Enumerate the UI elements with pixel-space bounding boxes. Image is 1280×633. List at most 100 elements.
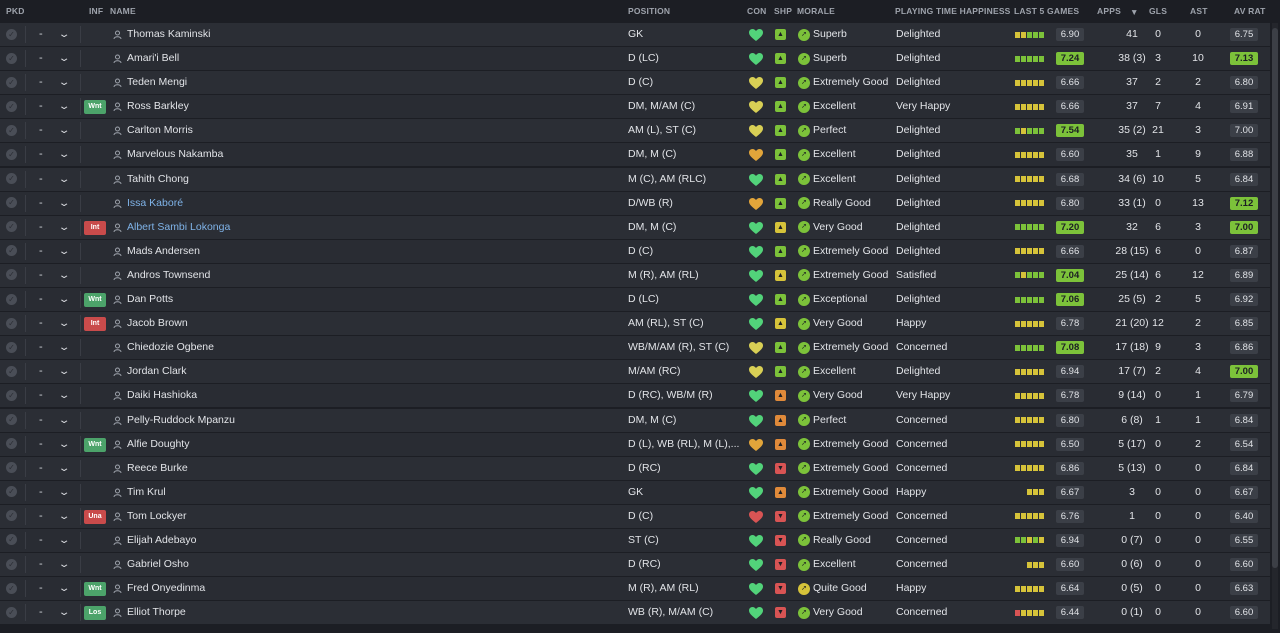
selection-value[interactable]: - bbox=[39, 553, 43, 576]
table-row[interactable]: ✓ - ⌄ Andros Townsend M (R), AM (RL) ▲ ➚ Extrem… bbox=[0, 263, 1270, 287]
col-last-5-games[interactable]: LAST 5 GAMES bbox=[1014, 6, 1079, 16]
player-name[interactable]: Fred Onyedinma bbox=[127, 577, 205, 600]
col-pkd[interactable]: PKD bbox=[6, 6, 25, 16]
player-name[interactable]: Reece Burke bbox=[127, 457, 188, 480]
status-badge[interactable]: Int bbox=[84, 317, 106, 332]
sort-desc-icon[interactable]: ▼ bbox=[1130, 7, 1139, 17]
table-row[interactable]: ✓ - ⌄ Daiki Hashioka D (RC), WB/M (R) ▲ ➚ Very … bbox=[0, 384, 1270, 408]
chevron-down-icon[interactable]: ⌄ bbox=[58, 336, 71, 359]
selection-value[interactable]: - bbox=[39, 601, 43, 624]
status-badge[interactable]: Wnt bbox=[84, 437, 106, 452]
selection-value[interactable]: - bbox=[39, 47, 43, 70]
chevron-down-icon[interactable]: ⌄ bbox=[58, 601, 71, 624]
selection-value[interactable]: - bbox=[39, 240, 43, 263]
selection-value[interactable]: - bbox=[39, 192, 43, 215]
pick-toggle-icon[interactable]: ✓ bbox=[6, 389, 17, 401]
table-row[interactable]: ✓ - ⌄ Elijah Adebayo ST (C) ▼ ➚ Really Good Conc… bbox=[0, 528, 1270, 552]
player-name[interactable]: Daiki Hashioka bbox=[127, 384, 197, 407]
status-badge[interactable]: Wnt bbox=[84, 100, 106, 115]
table-row[interactable]: ✓ - ⌄ Una Tom Lockyer D (C) ▼ ➚ Extremely Good Co… bbox=[0, 504, 1270, 528]
table-row[interactable]: ✓ - ⌄ Amari'i Bell D (LC) ▲ ➚ Superb Delighted 7.… bbox=[0, 47, 1270, 71]
chevron-down-icon[interactable]: ⌄ bbox=[58, 47, 71, 70]
chevron-down-icon[interactable]: ⌄ bbox=[58, 240, 71, 263]
pick-toggle-icon[interactable]: ✓ bbox=[6, 293, 17, 305]
status-badge[interactable]: Wnt bbox=[84, 582, 106, 597]
pick-toggle-icon[interactable]: ✓ bbox=[6, 269, 17, 281]
selection-value[interactable]: - bbox=[39, 360, 43, 383]
chevron-down-icon[interactable]: ⌄ bbox=[58, 553, 71, 576]
player-name[interactable]: Jordan Clark bbox=[127, 360, 187, 383]
chevron-down-icon[interactable]: ⌄ bbox=[58, 288, 71, 311]
pick-toggle-icon[interactable]: ✓ bbox=[6, 124, 17, 136]
table-row[interactable]: ✓ - ⌄ Int Albert Sambi Lokonga DM, M (C) ▲ ➚ Ver… bbox=[0, 215, 1270, 239]
player-name[interactable]: Albert Sambi Lokonga bbox=[127, 216, 230, 239]
pick-toggle-icon[interactable]: ✓ bbox=[6, 462, 17, 474]
selection-value[interactable]: - bbox=[39, 216, 43, 239]
col-inf[interactable]: INF bbox=[89, 6, 103, 16]
pick-toggle-icon[interactable]: ✓ bbox=[6, 52, 17, 64]
chevron-down-icon[interactable]: ⌄ bbox=[58, 119, 71, 142]
player-name[interactable]: Chiedozie Ogbene bbox=[127, 336, 214, 359]
scrollbar-thumb[interactable] bbox=[1272, 28, 1278, 568]
col-con[interactable]: CON bbox=[747, 6, 767, 16]
player-name[interactable]: Andros Townsend bbox=[127, 264, 210, 287]
table-row[interactable]: ✓ - ⌄ Marvelous Nakamba DM, M (C) ▲ ➚ Excellent… bbox=[0, 143, 1270, 167]
status-badge[interactable]: Wnt bbox=[84, 293, 106, 308]
table-row[interactable]: ✓ - ⌄ Int Jacob Brown AM (RL), ST (C) ▲ ➚ Very G… bbox=[0, 312, 1270, 336]
selection-value[interactable]: - bbox=[39, 312, 43, 335]
selection-value[interactable]: - bbox=[39, 409, 43, 432]
selection-value[interactable]: - bbox=[39, 433, 43, 456]
chevron-down-icon[interactable]: ⌄ bbox=[58, 384, 71, 407]
col-ast[interactable]: AST bbox=[1190, 6, 1208, 16]
chevron-down-icon[interactable]: ⌄ bbox=[58, 192, 71, 215]
chevron-down-icon[interactable]: ⌄ bbox=[58, 95, 71, 118]
col-apps[interactable]: APPS bbox=[1097, 6, 1121, 16]
table-row[interactable]: ✓ - ⌄ Tahith Chong M (C), AM (RLC) ▲ ➚ Excellen… bbox=[0, 167, 1270, 191]
player-name[interactable]: Thomas Kaminski bbox=[127, 23, 210, 46]
pick-toggle-icon[interactable]: ✓ bbox=[6, 606, 17, 618]
selection-value[interactable]: - bbox=[39, 264, 43, 287]
player-name[interactable]: Issa Kaboré bbox=[127, 192, 183, 215]
col-shp[interactable]: SHP bbox=[774, 6, 792, 16]
player-name[interactable]: Amari'i Bell bbox=[127, 47, 179, 70]
table-row[interactable]: ✓ - ⌄ Chiedozie Ogbene WB/M/AM (R), ST (C) ▲ ➚… bbox=[0, 336, 1270, 360]
col-name[interactable]: NAME bbox=[110, 6, 136, 16]
table-row[interactable]: ✓ - ⌄ Teden Mengi D (C) ▲ ➚ Extremely Good Delig… bbox=[0, 71, 1270, 95]
selection-value[interactable]: - bbox=[39, 505, 43, 528]
col-gls[interactable]: GLS bbox=[1149, 6, 1167, 16]
pick-toggle-icon[interactable]: ✓ bbox=[6, 197, 17, 209]
pick-toggle-icon[interactable]: ✓ bbox=[6, 365, 17, 377]
selection-value[interactable]: - bbox=[39, 481, 43, 504]
pick-toggle-icon[interactable]: ✓ bbox=[6, 100, 17, 112]
selection-value[interactable]: - bbox=[39, 457, 43, 480]
table-row[interactable]: ✓ - ⌄ Los Elliot Thorpe WB (R), M/AM (C) ▼ ➚ Ver… bbox=[0, 601, 1270, 625]
selection-value[interactable]: - bbox=[39, 168, 43, 191]
chevron-down-icon[interactable]: ⌄ bbox=[58, 23, 71, 46]
pick-toggle-icon[interactable]: ✓ bbox=[6, 438, 17, 450]
pick-toggle-icon[interactable]: ✓ bbox=[6, 534, 17, 546]
player-name[interactable]: Mads Andersen bbox=[127, 240, 200, 263]
pick-toggle-icon[interactable]: ✓ bbox=[6, 28, 17, 40]
player-name[interactable]: Dan Potts bbox=[127, 288, 173, 311]
player-name[interactable]: Tim Krul bbox=[127, 481, 166, 504]
table-row[interactable]: ✓ - ⌄ Wnt Alfie Doughty D (L), WB (RL), M (L)… bbox=[0, 432, 1270, 456]
col-position[interactable]: POSITION bbox=[628, 6, 670, 16]
pick-toggle-icon[interactable]: ✓ bbox=[6, 558, 17, 570]
pick-toggle-icon[interactable]: ✓ bbox=[6, 582, 17, 594]
chevron-down-icon[interactable]: ⌄ bbox=[58, 529, 71, 552]
chevron-down-icon[interactable]: ⌄ bbox=[58, 360, 71, 383]
chevron-down-icon[interactable]: ⌄ bbox=[58, 143, 71, 166]
pick-toggle-icon[interactable]: ✓ bbox=[6, 486, 17, 498]
chevron-down-icon[interactable]: ⌄ bbox=[58, 577, 71, 600]
chevron-down-icon[interactable]: ⌄ bbox=[58, 481, 71, 504]
pick-toggle-icon[interactable]: ✓ bbox=[6, 245, 17, 257]
table-row[interactable]: ✓ - ⌄ Wnt Ross Barkley DM, M/AM (C) ▲ ➚ Excellen… bbox=[0, 95, 1270, 119]
player-name[interactable]: Marvelous Nakamba bbox=[127, 143, 223, 166]
selection-value[interactable]: - bbox=[39, 71, 43, 94]
selection-value[interactable]: - bbox=[39, 336, 43, 359]
col-playing-time-happiness[interactable]: PLAYING TIME HAPPINESS bbox=[895, 6, 1011, 16]
chevron-down-icon[interactable]: ⌄ bbox=[58, 264, 71, 287]
table-row[interactable]: ✓ - ⌄ Gabriel Osho D (RC) ▼ ➚ Excellent Concerne… bbox=[0, 553, 1270, 577]
table-row[interactable]: ✓ - ⌄ Issa Kaboré D/WB (R) ▲ ➚ Really Good Delig… bbox=[0, 191, 1270, 215]
selection-value[interactable]: - bbox=[39, 577, 43, 600]
